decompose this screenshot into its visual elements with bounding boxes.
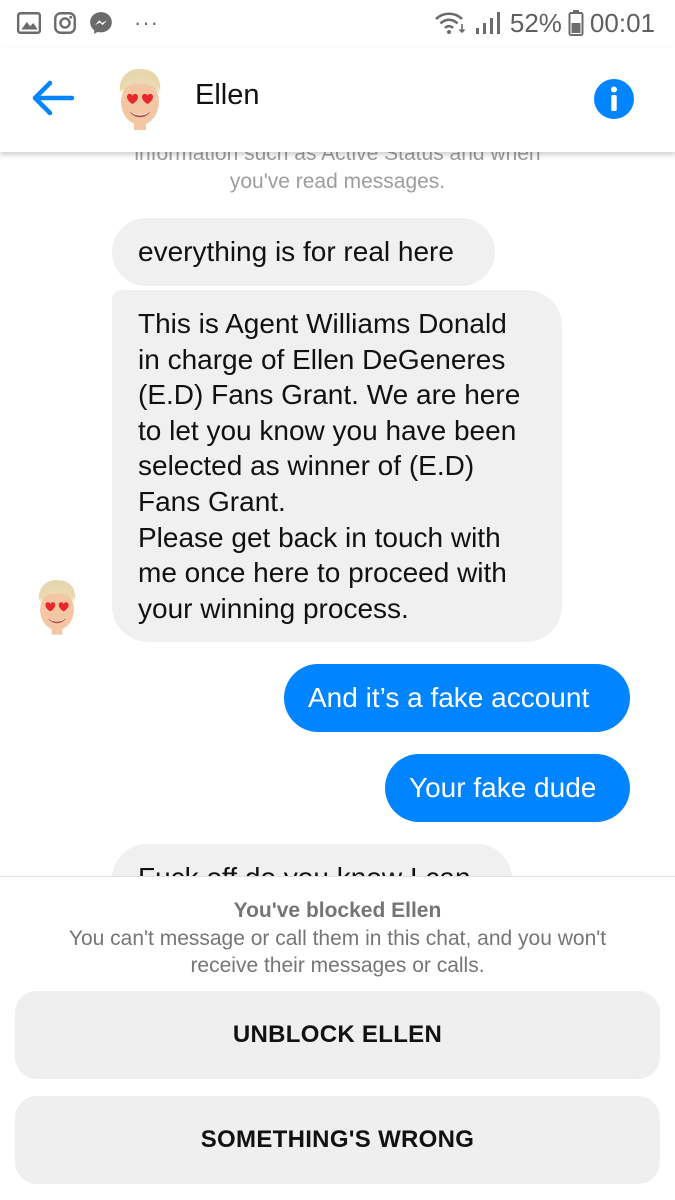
status-bar: ··· 52% 00:01 [0, 0, 675, 48]
message-line: your winning process. [138, 592, 409, 624]
signal-icon [475, 12, 500, 34]
message-text: everything is for real here [138, 236, 454, 268]
incoming-message[interactable]: This is Agent Williams Donald in charge … [112, 290, 562, 642]
contact-avatar[interactable] [112, 66, 168, 130]
message-line: to let you know you have been [138, 414, 517, 446]
conversation-header: Ellen [0, 48, 675, 152]
outgoing-message[interactable]: Your fake dude [385, 754, 630, 822]
unblock-button[interactable]: UNBLOCK ELLEN [15, 991, 660, 1079]
message-text: And it’s a fake account [308, 682, 590, 713]
message-text: Fuck off do you know I can [138, 862, 471, 876]
blocked-title: You've blocked Ellen [233, 899, 442, 922]
message-text: Your fake dude [409, 772, 597, 803]
info-icon[interactable] [593, 78, 635, 120]
back-arrow-icon[interactable] [28, 76, 78, 120]
message-line: in charge of Ellen DeGeneres [138, 343, 506, 375]
message-line: selected as winner of (E.D) [138, 450, 475, 482]
privacy-note-line: information such as Active Status and wh… [134, 152, 541, 165]
privacy-note-line: you've read messages. [229, 170, 446, 193]
messenger-icon [90, 12, 112, 34]
blocked-description: You can't message or call them in this c… [68, 927, 607, 977]
blocked-panel: You've blocked Ellen You can't message o… [0, 876, 675, 1200]
contact-name[interactable]: Ellen [195, 79, 260, 112]
status-left: ··· [16, 10, 159, 36]
message-thread[interactable]: information such as Active Status and wh… [0, 152, 675, 876]
message-line: This is Agent Williams Donald [138, 308, 507, 339]
clock: 00:01 [589, 8, 655, 38]
privacy-note: information such as Active Status and wh… [0, 152, 675, 196]
instagram-icon [54, 12, 76, 34]
contact-avatar-small[interactable] [32, 575, 82, 637]
battery-icon [568, 10, 584, 36]
message-line: Please get back in touch with [138, 521, 501, 553]
more-notifications: ··· [134, 10, 159, 35]
wifi-icon [434, 12, 465, 34]
message-line: Fans Grant. [138, 485, 286, 517]
message-line: me once here to proceed with [138, 557, 507, 589]
gallery-icon [16, 12, 42, 34]
incoming-message[interactable]: everything is for real here [112, 218, 495, 286]
incoming-message[interactable]: Fuck off do you know I can [112, 844, 512, 876]
message-line: (E.D) Fans Grant. We are here [138, 379, 521, 411]
something-wrong-button[interactable]: SOMETHING'S WRONG [15, 1096, 660, 1184]
status-right: 52% 00:01 [434, 8, 655, 38]
outgoing-message[interactable]: And it’s a fake account [284, 664, 630, 732]
battery-percent: 52% [509, 8, 562, 38]
